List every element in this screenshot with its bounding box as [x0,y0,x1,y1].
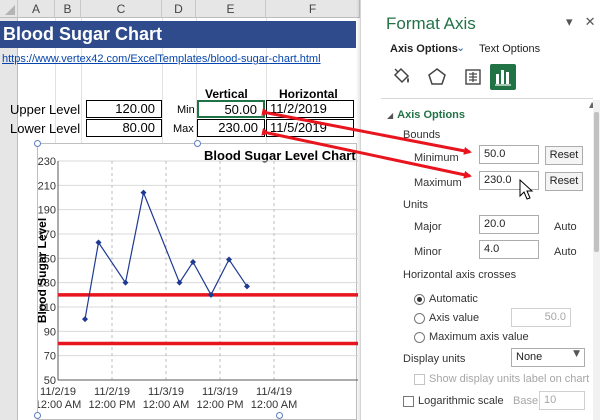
y-tick-label: 70 [44,351,56,363]
close-icon[interactable]: ✕ [585,15,596,30]
chart-resize-handle[interactable] [34,412,41,419]
axis-value-label: Axis value [429,312,480,324]
minor-input[interactable]: 4.0 [479,240,539,259]
base-input[interactable]: 10 [539,391,585,410]
maximum-label: Maximum [414,177,462,189]
chart-resize-handle[interactable] [194,140,201,147]
bounds-label: Bounds [403,129,441,141]
maximum-reset-button[interactable]: Reset [545,172,583,191]
show-units-label: Show display units label on chart [429,373,590,385]
major-auto-label: Auto [554,221,577,233]
size-properties-icon[interactable] [460,64,486,90]
x-tick-time: 12:00 AM [143,399,189,411]
divider [381,98,593,99]
collapse-triangle-icon: ◢ [387,111,394,120]
dropdown-icon[interactable]: ▾ [566,15,573,30]
major-label: Major [414,221,442,233]
minor-auto-label: Auto [554,246,577,258]
data-point [208,291,214,298]
display-units-select[interactable]: None ▼ [511,348,585,367]
vertical-min-cell[interactable]: 50.00 [197,100,265,118]
pane-scrollbar-thumb[interactable] [594,112,599,252]
horizontal-header: Horizontal [279,87,338,101]
max-label: Max [173,123,194,135]
major-input[interactable]: 20.0 [479,215,539,234]
format-axis-pane: Format Axis ▾ ✕ Axis Options ⌄ Text Opti… [360,0,600,420]
axis-value-radio[interactable] [414,313,425,324]
maximum-axis-value-radio[interactable] [414,332,425,343]
effects-icon[interactable] [424,64,450,90]
column-header-c[interactable]: C [81,0,162,18]
x-tick-date: 11/4/19 [256,386,292,398]
pane-title: Format Axis [386,14,476,33]
units-label: Units [403,199,429,211]
column-header-d[interactable]: D [162,0,196,18]
data-point [140,189,147,196]
column-header-b[interactable]: B [55,0,81,18]
y-tick-label: 190 [38,205,56,217]
chevron-down-icon[interactable]: ⌄ [456,41,465,54]
chart-resize-handle[interactable] [34,140,41,147]
log-scale-checkbox[interactable] [403,396,414,407]
upper-level-cell[interactable]: 120.00 [86,100,162,118]
vertical-max-cell[interactable]: 230.00 [197,119,265,137]
select-all-corner[interactable] [0,0,18,18]
x-tick-time: 12:00 AM [38,399,81,411]
minimum-input[interactable]: 50.0 [479,145,539,164]
x-tick-date: 11/2/19 [94,386,130,398]
blood-sugar-chart[interactable]: Blood Sugar Level Chart50709011013015017… [35,144,360,420]
automatic-label: Automatic [429,293,478,305]
upper-level-label: Upper Level [10,102,81,117]
axis-crosses-label: Horizontal axis crosses [403,269,517,281]
data-point [82,316,88,323]
chart-object[interactable]: Blood Sugar Level Chart 50 70 90 110 130 150 17… [35,143,360,420]
chevron-down-icon: ▼ [573,349,580,359]
pane-controls: ▾ ✕ [566,15,596,30]
x-tick-time: 12:00 PM [88,399,135,411]
automatic-radio[interactable] [414,294,425,305]
sheet-title[interactable]: Blood Sugar Chart [0,21,356,48]
x-tick-date: 11/3/19 [148,386,184,398]
axis-options-section[interactable]: ◢ Axis Options [387,109,465,121]
column-header-f[interactable]: F [266,0,360,18]
column-header-a[interactable]: A [18,0,55,18]
tab-text-options[interactable]: Text Options [479,43,540,55]
y-axis-title: Blood Sugar Level [38,218,49,323]
vertical-header: Vertical [205,87,248,101]
minimum-label: Minimum [414,152,459,164]
maximum-axis-value-label: Maximum axis value [429,331,529,343]
tab-axis-options[interactable]: Axis Options [390,43,458,55]
data-point [190,258,196,265]
display-units-label: Display units [403,353,466,365]
maximum-input[interactable]: 230.0 [479,171,539,190]
min-label: Min [177,104,195,116]
horizontal-max-cell[interactable]: 11/5/2019 [266,119,354,137]
lower-level-label: Lower Level [10,121,81,136]
x-tick-date: 11/3/19 [202,386,238,398]
horizontal-min-cell[interactable]: 11/2/2019 [266,100,354,118]
chart-resize-handle[interactable] [276,412,283,419]
axis-options-section-label: Axis Options [397,109,465,121]
show-units-checkbox[interactable] [414,374,425,385]
log-scale-label: Logarithmic scale [418,395,504,407]
column-header-e[interactable]: E [196,0,266,18]
spreadsheet-area: A B C D E F Blood Sugar Chart https://ww… [0,0,360,420]
x-tick-time: 12:00 AM [251,399,297,411]
y-tick-label: 230 [38,156,56,168]
y-tick-label: 210 [38,180,56,192]
base-label: Base [513,395,539,407]
minimum-reset-button[interactable]: Reset [545,146,583,165]
axis-value-input[interactable]: 50.0 [511,308,571,327]
template-link[interactable]: https://www.vertex42.com/ExcelTemplates/… [2,53,321,65]
row-headers[interactable] [0,18,18,420]
x-tick-date: 11/2/19 [40,386,76,398]
minor-label: Minor [414,246,442,258]
fill-line-icon[interactable] [388,64,414,90]
display-units-value: None [516,351,543,363]
axis-options-icon[interactable] [490,64,516,90]
y-tick-label: 90 [44,326,56,338]
lower-level-cell[interactable]: 80.00 [86,119,162,137]
x-tick-time: 12:00 PM [196,399,243,411]
